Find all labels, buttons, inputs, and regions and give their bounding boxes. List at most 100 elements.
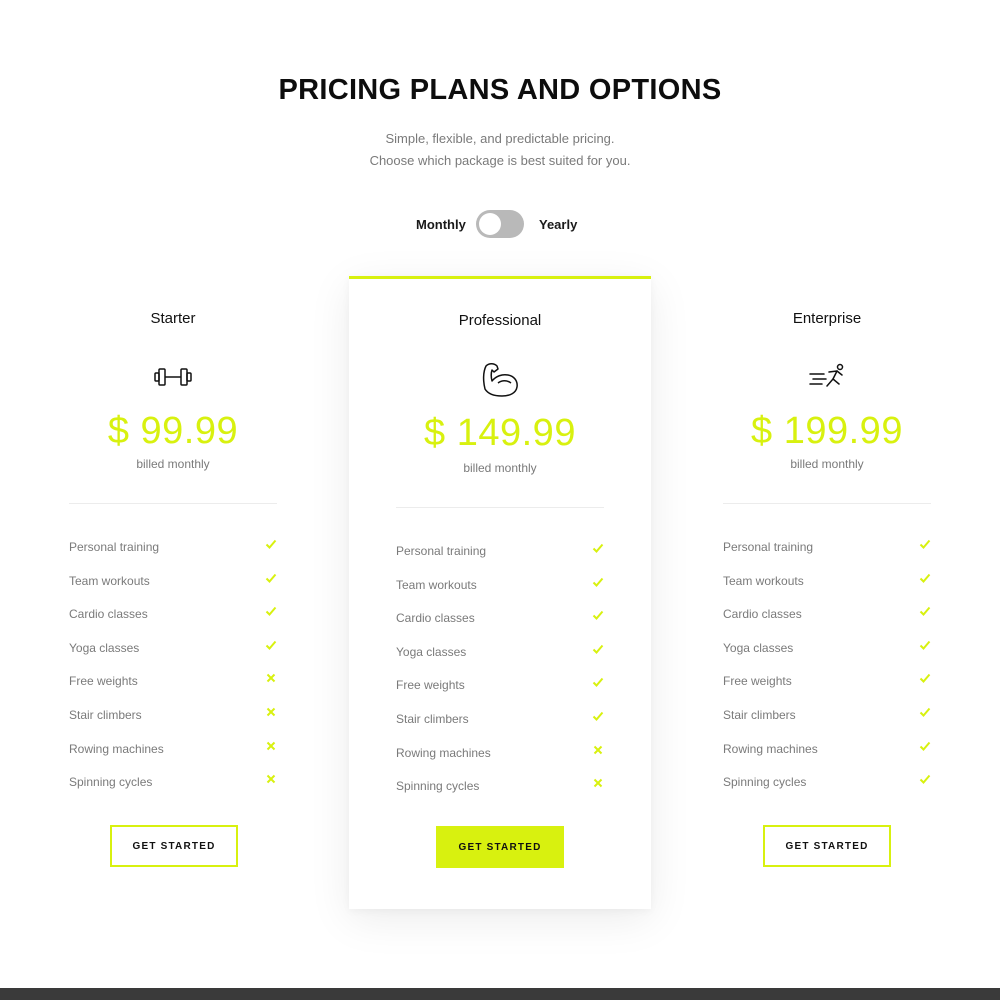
feature-item: Stair climbers <box>723 706 931 742</box>
feature-item: Free weights <box>396 678 604 712</box>
feature-item: Stair climbers <box>69 706 277 742</box>
check-icon <box>265 538 277 550</box>
feature-item: Cardio classes <box>396 611 604 645</box>
cross-icon <box>265 740 277 752</box>
plan-name: Professional <box>458 312 542 329</box>
feature-item: Spinning cycles <box>723 775 931 809</box>
page-subtitle-line-2: Choose which package is best suited for … <box>369 153 631 168</box>
feature-item: Spinning cycles <box>69 773 277 809</box>
feature-label: Stair climbers <box>723 707 796 722</box>
get-started-button[interactable]: GET STARTED <box>763 825 891 867</box>
divider <box>396 507 604 508</box>
feature-item: Team workouts <box>723 572 931 608</box>
feature-label: Team workouts <box>723 573 804 588</box>
plan-price: $ 99.99 <box>107 410 239 452</box>
feature-label: Free weights <box>723 674 792 689</box>
dumbbell-icon <box>153 366 193 393</box>
check-icon <box>919 639 931 651</box>
yearly-label[interactable]: Yearly <box>539 217 577 232</box>
feature-item: Team workouts <box>396 576 604 612</box>
feature-label: Rowing machines <box>69 741 164 756</box>
billing-note: billed monthly <box>136 457 210 471</box>
check-icon <box>919 572 931 584</box>
plan-price: $ 149.99 <box>424 412 576 454</box>
check-icon <box>265 605 277 617</box>
feature-item: Personal training <box>69 538 277 574</box>
billing-period-toggle: Monthly Yearly <box>0 210 1000 238</box>
billing-note: billed monthly <box>463 461 537 475</box>
divider <box>69 503 277 504</box>
feature-item: Team workouts <box>69 572 277 608</box>
feature-label: Free weights <box>396 678 465 693</box>
billing-note: billed monthly <box>790 457 864 471</box>
switch-knob <box>479 213 501 235</box>
feature-list: Personal training Team workouts Cardio c… <box>723 538 931 809</box>
feature-item: Personal training <box>723 538 931 574</box>
feature-label: Yoga classes <box>69 640 140 655</box>
cross-icon <box>265 672 277 684</box>
footer-bar <box>0 988 1000 1000</box>
check-icon <box>919 538 931 550</box>
feature-label: Personal training <box>396 544 487 558</box>
cross-icon <box>265 773 277 785</box>
feature-label: Rowing machines <box>396 745 491 760</box>
cross-icon <box>592 744 604 756</box>
plan-name: Enterprise <box>792 310 862 327</box>
check-icon <box>265 639 277 651</box>
plan-card-enterprise: Enterprise $ 199.99 billed monthly Perso… <box>723 280 931 880</box>
page-subtitle-line-1: Simple, flexible, and predictable pricin… <box>385 131 615 146</box>
feature-item: Cardio classes <box>69 607 277 641</box>
check-icon <box>919 706 931 718</box>
check-icon <box>592 676 604 688</box>
check-icon <box>919 740 931 752</box>
monthly-label[interactable]: Monthly <box>416 217 466 232</box>
get-started-button[interactable]: GET STARTED <box>110 825 238 867</box>
feature-label: Team workouts <box>69 573 150 588</box>
feature-item: Personal training <box>396 542 604 578</box>
billing-switch[interactable] <box>476 210 524 238</box>
check-icon <box>592 609 604 621</box>
flexed-arm-icon <box>480 361 520 404</box>
feature-label: Free weights <box>69 674 138 689</box>
feature-item: Free weights <box>69 674 277 708</box>
check-icon <box>592 710 604 722</box>
check-icon <box>919 605 931 617</box>
page-title: PRICING PLANS AND OPTIONS <box>278 74 722 106</box>
feature-label: Stair climbers <box>69 707 142 722</box>
feature-label: Rowing machines <box>723 741 818 756</box>
feature-item: Free weights <box>723 674 931 708</box>
plan-name: Starter <box>150 310 196 327</box>
feature-item: Rowing machines <box>69 740 277 776</box>
check-icon <box>592 643 604 655</box>
feature-item: Stair climbers <box>396 710 604 746</box>
feature-label: Cardio classes <box>723 607 802 622</box>
feature-list: Personal training Team workouts Cardio c… <box>396 542 604 813</box>
feature-item: Spinning cycles <box>396 777 604 813</box>
plan-price: $ 199.99 <box>751 410 903 452</box>
cross-icon <box>592 777 604 789</box>
check-icon <box>265 572 277 584</box>
cross-icon <box>265 706 277 718</box>
feature-label: Yoga classes <box>723 640 794 655</box>
feature-label: Spinning cycles <box>396 779 480 794</box>
feature-label: Spinning cycles <box>69 775 153 790</box>
feature-label: Spinning cycles <box>723 775 807 790</box>
feature-item: Yoga classes <box>723 639 931 675</box>
feature-label: Yoga classes <box>396 644 467 659</box>
check-icon <box>919 672 931 684</box>
feature-label: Personal training <box>69 540 160 554</box>
feature-item: Yoga classes <box>69 639 277 675</box>
feature-item: Yoga classes <box>396 643 604 679</box>
feature-label: Team workouts <box>396 577 477 592</box>
check-icon <box>592 542 604 554</box>
divider <box>723 503 931 504</box>
feature-list: Personal training Team workouts Cardio c… <box>69 538 277 809</box>
running-person-icon <box>807 362 847 397</box>
plan-card-professional: Professional $ 149.99 billed monthly Per… <box>349 276 651 909</box>
feature-item: Rowing machines <box>396 744 604 780</box>
check-icon <box>592 576 604 588</box>
get-started-button[interactable]: GET STARTED <box>436 826 564 868</box>
feature-label: Cardio classes <box>69 607 148 622</box>
feature-label: Cardio classes <box>396 611 475 626</box>
feature-label: Personal training <box>723 540 814 554</box>
